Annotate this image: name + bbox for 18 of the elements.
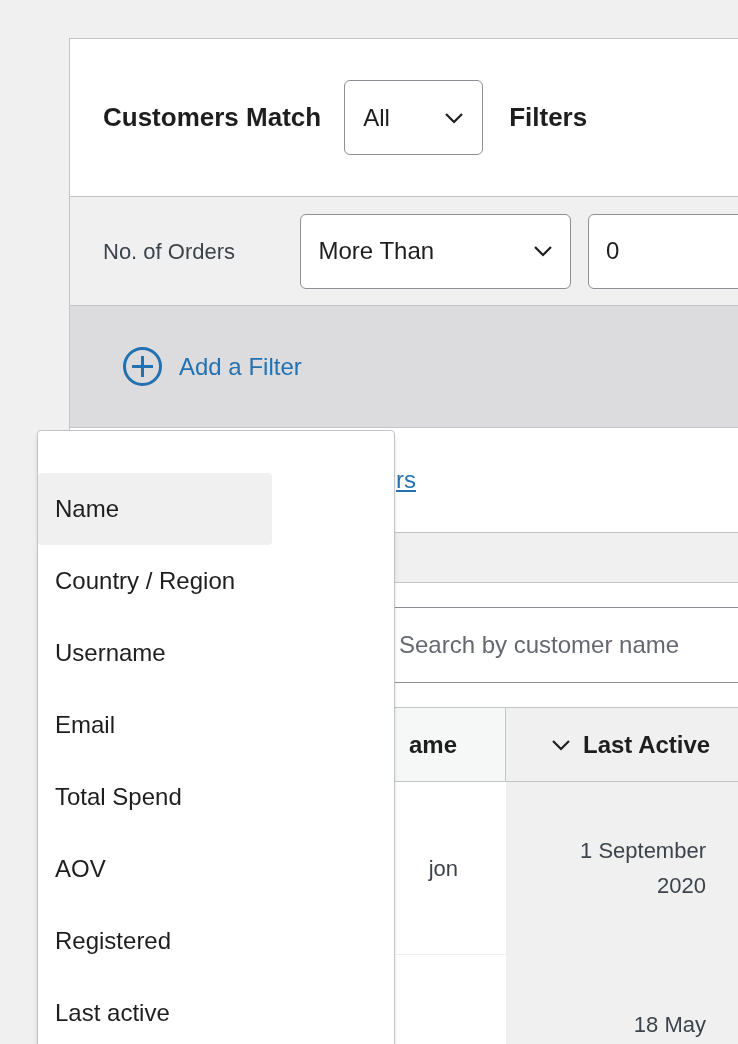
chevron-down-icon <box>533 245 553 257</box>
panel-title-suffix: Filters <box>509 101 588 134</box>
link[interactable]: rs <box>396 462 416 498</box>
plus-circle-icon <box>122 346 163 387</box>
column-header[interactable]: ame <box>396 708 506 781</box>
operator-select[interactable]: More Than <box>300 213 571 289</box>
table-cell-text: 18 May <box>632 1011 706 1039</box>
sort-chevron-icon <box>551 738 571 751</box>
menu-item[interactable]: Name <box>38 473 272 545</box>
chevron-down-icon <box>444 111 465 124</box>
table-cell-text: 1 September 2020 <box>579 837 706 900</box>
match-select[interactable]: All <box>344 80 484 155</box>
value-input[interactable]: 0 <box>588 213 738 289</box>
panel-title: Customers Match <box>103 101 322 134</box>
filter-label: No. of Orders <box>103 237 237 266</box>
table-cell-text: jon <box>428 854 458 883</box>
add-filter-button[interactable]: Add a Filter <box>122 346 302 387</box>
column-header[interactable]: Last Active <box>506 708 738 781</box>
